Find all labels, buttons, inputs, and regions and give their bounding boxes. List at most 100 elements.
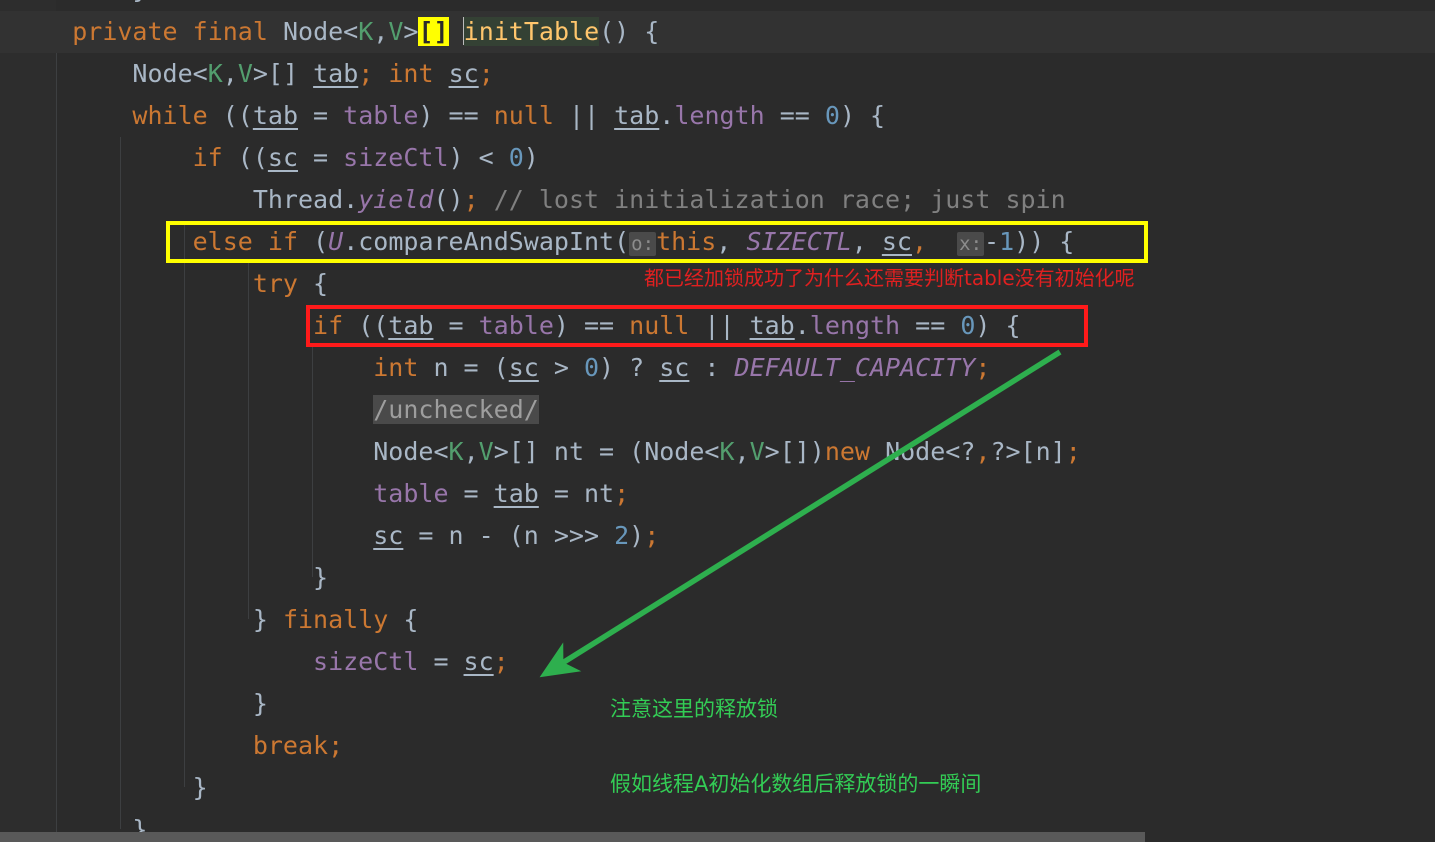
code-token: = xyxy=(448,479,494,508)
code-line[interactable]: } finally { xyxy=(0,599,1435,641)
code-token: } xyxy=(192,773,208,802)
horizontal-scrollbar-thumb[interactable] xyxy=(0,832,1145,842)
code-token: sc xyxy=(881,227,912,256)
green-annotation-line: 注意这里的释放锁 xyxy=(610,697,778,721)
code-token: { xyxy=(388,605,419,634)
code-token: sc xyxy=(463,647,494,676)
code-token: = nt xyxy=(538,479,615,508)
code-token: >[] nt = (Node< xyxy=(493,437,720,466)
code-token: >[] xyxy=(252,59,314,88)
code-token: table xyxy=(478,311,554,340)
code-line[interactable]: } xyxy=(0,0,1435,11)
code-token: tab xyxy=(252,101,298,130)
code-token: ; xyxy=(358,59,389,88)
code-token: ( xyxy=(298,227,329,256)
code-token: DEFAULT_CAPACITY xyxy=(734,353,976,382)
code-token: || xyxy=(689,311,750,340)
horizontal-scrollbar-track[interactable] xyxy=(0,832,1435,842)
code-token: (( xyxy=(343,311,389,340)
code-token: ; xyxy=(1065,437,1081,466)
code-token: sc xyxy=(373,521,404,550)
code-token: , xyxy=(222,59,238,88)
code-token: ) { xyxy=(839,101,886,130)
code-token: > xyxy=(403,17,419,46)
code-token: tab xyxy=(313,59,359,88)
code-token: Node< xyxy=(282,17,359,46)
green-annotation-line: 假如线程A初始化数组后释放锁的一瞬间 xyxy=(610,772,982,796)
code-token: private xyxy=(72,17,178,46)
code-token: ) xyxy=(629,521,645,550)
red-annotation-text: 都已经加锁成功了为什么还需要判断table没有初始化呢 xyxy=(644,266,1135,290)
code-token: ; xyxy=(328,731,344,760)
code-token: null xyxy=(493,101,554,130)
code-token: V xyxy=(749,437,765,466)
code-token: sizeCtl xyxy=(343,143,449,172)
code-line[interactable]: Node<K,V>[] tab; int sc; xyxy=(0,53,1435,95)
code-line[interactable]: } xyxy=(0,557,1435,599)
code-token: { xyxy=(297,269,329,298)
green-annotation-text: 注意这里的释放锁 假如线程A初始化数组后释放锁的一瞬间 线程B来到 黄色这一行并… xyxy=(610,647,1138,842)
code-editor-screenshot: } private final Node<K,V>[] initTable() … xyxy=(0,0,1435,842)
code-token: break xyxy=(252,731,329,760)
code-token: , xyxy=(716,227,747,256)
code-token: int xyxy=(388,59,434,88)
code-token: ?>[n] xyxy=(990,437,1066,466)
code-token: () { xyxy=(599,17,660,46)
code-token: /unchecked/ xyxy=(373,395,539,424)
code-line[interactable]: Node<K,V>[] nt = (Node<K,V>[])new Node<?… xyxy=(0,431,1435,473)
code-token: V xyxy=(237,59,253,88)
code-line[interactable]: Thread.yield(); // lost initialization r… xyxy=(0,179,1435,221)
code-token: tab xyxy=(388,311,434,340)
code-line[interactable]: sc = n - (n >>> 2); xyxy=(0,515,1435,557)
code-token: ) { xyxy=(975,311,1021,340)
code-line[interactable]: table = tab = nt; xyxy=(0,473,1435,515)
code-token: n = ( xyxy=(418,353,509,382)
code-token: } xyxy=(132,0,147,4)
code-token: initTable xyxy=(463,17,600,46)
code-line[interactable]: else if (U.compareAndSwapInt(o:this, SIZ… xyxy=(0,221,1435,263)
code-token: ; xyxy=(493,647,509,676)
code-token: 0 xyxy=(960,311,976,340)
code-line[interactable]: if ((sc = sizeCtl) < 0) xyxy=(0,137,1435,179)
code-token: K xyxy=(207,59,223,88)
code-token: = xyxy=(298,143,344,172)
code-token: x: xyxy=(957,232,985,256)
code-line[interactable]: if ((tab = table) == null || tab.length … xyxy=(0,305,1435,347)
code-line[interactable]: private final Node<K,V>[] initTable() { xyxy=(0,11,1435,53)
code-token: } xyxy=(252,689,268,718)
code-token: length xyxy=(809,311,901,340)
code-line[interactable]: int n = (sc > 0) ? sc : DEFAULT_CAPACITY… xyxy=(0,347,1435,389)
code-line[interactable]: while ((tab = table) == null || tab.leng… xyxy=(0,95,1435,137)
code-token: length xyxy=(674,101,765,130)
code-token: table xyxy=(373,479,449,508)
code-token: while xyxy=(132,101,208,130)
code-token: == xyxy=(764,101,825,130)
code-token: ) == xyxy=(553,311,630,340)
code-token: K xyxy=(448,437,464,466)
code-token: Node< xyxy=(373,437,449,466)
code-token: = xyxy=(298,101,344,130)
code-token: 0 xyxy=(824,101,840,130)
code-token: [] xyxy=(418,17,449,46)
code-token: , xyxy=(734,437,750,466)
code-token: == xyxy=(900,311,961,340)
code-line[interactable]: /unchecked/ xyxy=(0,389,1435,431)
code-token: Node<? xyxy=(870,437,976,466)
